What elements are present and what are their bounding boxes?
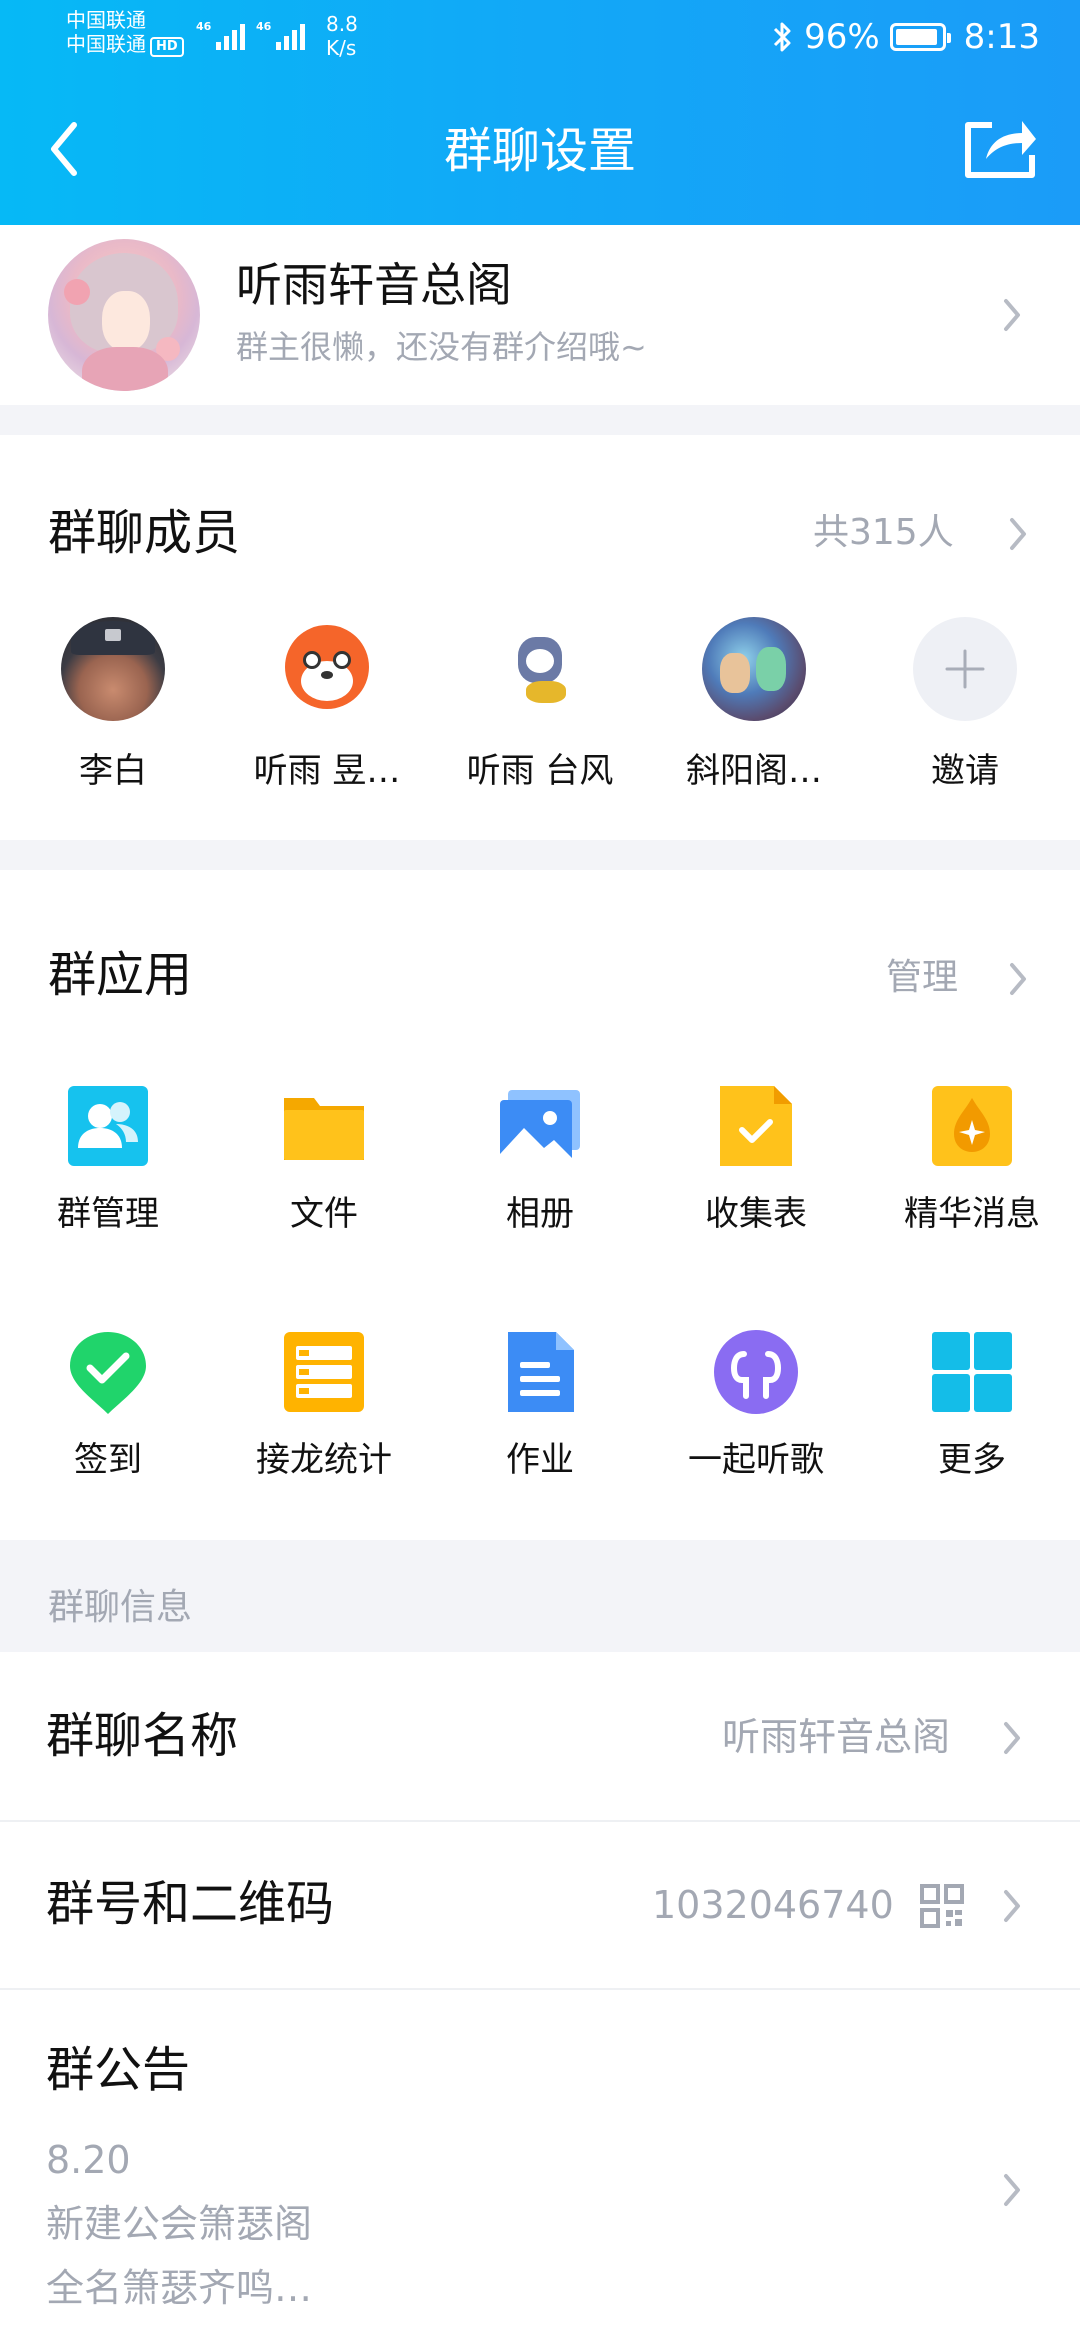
app-label: 精华消息	[904, 1194, 1040, 1234]
app-label: 作业	[506, 1440, 574, 1480]
group-avatar[interactable]	[48, 239, 200, 391]
app-group-manage[interactable]: 群管理	[0, 1082, 216, 1234]
app-album[interactable]: 相册	[432, 1082, 648, 1234]
apps-manage[interactable]: 管理	[886, 954, 958, 1002]
app-label: 文件	[290, 1194, 358, 1234]
group-name: 听雨轩音总阁	[236, 258, 512, 312]
members-count[interactable]: 共315人	[813, 509, 954, 557]
chevron-right-icon	[1002, 1886, 1024, 1926]
section-divider	[0, 405, 1080, 435]
notice-line: 全名箫瑟齐鸣…	[46, 2266, 313, 2310]
network-speed: 8.8 K/s	[326, 12, 358, 60]
app-collect-form[interactable]: 收集表	[648, 1082, 864, 1234]
member-item[interactable]: 斜阳阁…	[654, 617, 854, 797]
page-title: 群聊设置	[443, 123, 636, 179]
app-homework[interactable]: 作业	[432, 1328, 648, 1480]
app-label: 签到	[74, 1440, 142, 1480]
member-name: 听雨 昱…	[253, 751, 401, 791]
share-icon	[965, 121, 1036, 178]
member-item[interactable]: 李白	[13, 617, 213, 797]
notice-line: 8.20	[46, 2138, 131, 2182]
homework-icon	[496, 1328, 584, 1416]
member-name: 李白	[79, 751, 147, 791]
notice-line: 新建公会箫瑟阁	[46, 2202, 313, 2246]
app-label: 收集表	[705, 1194, 807, 1234]
network-type-1: 46	[196, 20, 212, 33]
group-number-label: 群号和二维码	[46, 1876, 335, 1932]
app-file[interactable]: 文件	[216, 1082, 432, 1234]
bluetooth-icon	[774, 22, 791, 52]
group-number-row[interactable]: 群号和二维码 1032046740	[0, 1822, 1080, 1988]
headphones-icon	[712, 1328, 800, 1416]
app-essence[interactable]: 精华消息	[864, 1082, 1080, 1234]
members-section: 群聊成员 共315人 李白 听雨 昱… 听雨 台风 斜阳阁… 邀请	[0, 435, 1080, 840]
invite-label: 邀请	[931, 751, 999, 791]
member-item[interactable]: 听雨 台风	[440, 617, 640, 797]
network-type-2: 46	[256, 20, 272, 33]
chevron-right-icon	[1002, 1718, 1024, 1758]
folder-icon	[280, 1082, 368, 1170]
top-header: 中国联通 中国联通 HD 46 46 8.8 K/s 96% 8:13 群聊设置	[0, 0, 1080, 225]
member-name: 斜阳阁…	[686, 751, 822, 791]
section-divider	[0, 840, 1080, 870]
battery-icon	[889, 23, 951, 51]
group-settings-page: 中国联通 中国联通 HD 46 46 8.8 K/s 96% 8:13 群聊设置…	[0, 0, 1080, 2340]
status-right: 96% 8:13	[772, 12, 1040, 62]
group-notice-content: 8.20 新建公会箫瑟阁 全名箫瑟齐鸣…	[46, 2128, 312, 2320]
info-section-header: 群聊信息	[0, 1540, 1080, 1652]
signal-icon: 46	[196, 20, 246, 50]
group-description: 群主很懒，还没有群介绍哦~	[236, 328, 647, 366]
chevron-right-icon[interactable]	[1008, 959, 1030, 999]
chevron-right-icon	[1002, 2170, 1024, 2210]
invite-button[interactable]: 邀请	[865, 617, 1065, 797]
grid-icon	[928, 1328, 1016, 1416]
chevron-right-icon[interactable]	[1008, 514, 1030, 554]
app-label: 一起听歌	[688, 1440, 824, 1480]
group-number-value: 1032046740	[652, 1883, 894, 1927]
checkin-icon	[64, 1328, 152, 1416]
group-profile-row[interactable]: 听雨轩音总阁 群主很懒，还没有群介绍哦~	[0, 225, 1080, 405]
group-name-label: 群聊名称	[46, 1708, 239, 1764]
solitaire-icon	[280, 1328, 368, 1416]
collect-form-icon	[712, 1082, 800, 1170]
hd-badge: HD	[150, 37, 184, 57]
app-label: 相册	[506, 1194, 574, 1234]
avatar[interactable]	[275, 617, 379, 721]
members-title: 群聊成员	[48, 505, 241, 561]
app-solitaire[interactable]: 接龙统计	[216, 1328, 432, 1480]
carrier-1: 中国联通	[66, 8, 146, 32]
app-label: 群管理	[57, 1194, 159, 1234]
essence-icon	[928, 1082, 1016, 1170]
add-icon[interactable]	[913, 617, 1017, 721]
app-more[interactable]: 更多	[864, 1328, 1080, 1480]
carrier-info: 中国联通 中国联通 HD	[66, 8, 184, 57]
app-label: 更多	[938, 1440, 1006, 1480]
info-header-label: 群聊信息	[48, 1587, 193, 1628]
clock: 8:13	[963, 17, 1040, 57]
member-item[interactable]: 听雨 昱…	[227, 617, 427, 797]
chevron-right-icon	[1002, 295, 1024, 335]
group-name-row[interactable]: 群聊名称 听雨轩音总阁	[0, 1652, 1080, 1820]
app-listen-together[interactable]: 一起听歌	[648, 1328, 864, 1480]
avatar[interactable]	[488, 617, 592, 721]
battery-percent: 96%	[804, 17, 880, 57]
album-icon	[496, 1082, 584, 1170]
app-checkin[interactable]: 签到	[0, 1328, 216, 1480]
group-name-value: 听雨轩音总阁	[722, 1715, 951, 1759]
avatar[interactable]	[702, 617, 806, 721]
app-label: 接龙统计	[256, 1440, 392, 1480]
group-notice-label: 群公告	[46, 2042, 191, 2098]
apps-title: 群应用	[48, 947, 193, 1003]
carrier-2: 中国联通	[66, 32, 146, 56]
qr-code-icon	[920, 1884, 964, 1928]
member-name: 听雨 台风	[466, 751, 614, 791]
avatar[interactable]	[61, 617, 165, 721]
group-apps-section: 群应用 管理 群管理 文件 相册 收集表 精华消息 签到 接龙统计 作业 一起听…	[0, 870, 1080, 1540]
title-bar: 群聊设置	[0, 75, 1080, 225]
status-bar: 中国联通 中国联通 HD 46 46 8.8 K/s 96% 8:13	[0, 0, 1080, 75]
group-manage-icon	[64, 1082, 152, 1170]
signal-icon: 46	[256, 20, 306, 50]
share-button[interactable]	[962, 111, 1040, 181]
